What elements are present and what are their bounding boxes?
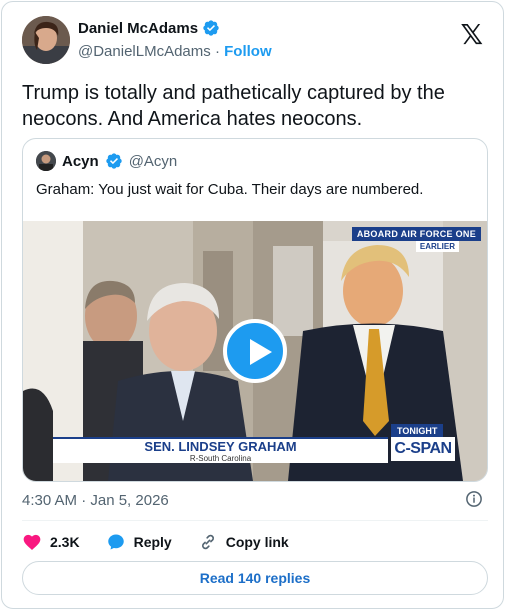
video-player[interactable]: ABOARD AIR FORCE ONE EARLIER SEN. LINDSE…: [23, 221, 487, 481]
quote-author-handle[interactable]: @Acyn: [129, 153, 178, 170]
read-replies-button[interactable]: Read 140 replies: [22, 561, 488, 595]
author-handle[interactable]: @DanielLMcAdams: [78, 43, 211, 60]
like-count: 2.3K: [50, 534, 80, 550]
divider: [22, 520, 488, 521]
copy-link-label: Copy link: [225, 534, 289, 550]
reply-label: Reply: [133, 534, 172, 550]
play-icon[interactable]: [223, 319, 287, 383]
info-icon[interactable]: [465, 490, 483, 508]
tonight-tag: TONIGHT: [391, 424, 444, 438]
chyron-top-sub: EARLIER: [415, 241, 459, 252]
quoted-tweet[interactable]: Acyn @Acyn Graham: You just wait for Cub…: [22, 138, 488, 482]
chyron-top-banner: ABOARD AIR FORCE ONE: [351, 227, 481, 241]
verified-badge-icon: [203, 20, 219, 36]
verified-badge-icon: [106, 153, 122, 169]
author-avatar[interactable]: [22, 16, 70, 64]
quote-avatar[interactable]: [36, 151, 56, 171]
cspan-logo: C-SPAN: [391, 437, 455, 461]
tweet-timestamp[interactable]: 4:30 AM · Jan 5, 2026: [22, 492, 169, 509]
quote-header: Acyn @Acyn: [36, 151, 177, 171]
tweet-text: Trump is totally and pathetically captur…: [22, 82, 445, 130]
action-bar: 2.3K Reply Copy link: [22, 532, 315, 552]
x-logo-icon[interactable]: 𝕏: [460, 18, 483, 51]
lower-third-name: SEN. LINDSEY GRAHAM: [144, 439, 297, 454]
author-name[interactable]: Daniel McAdams: [78, 19, 220, 37]
link-icon: [201, 534, 214, 550]
separator-dot: ·: [214, 43, 220, 60]
heart-icon: [23, 534, 41, 550]
author-name-text[interactable]: Daniel McAdams: [78, 20, 198, 37]
quote-author-name[interactable]: Acyn: [62, 153, 99, 170]
lower-third-subtitle: R-South Carolina: [189, 454, 252, 463]
lower-third: SEN. LINDSEY GRAHAM R-South Carolina: [53, 437, 388, 463]
follow-button[interactable]: Follow: [224, 43, 272, 60]
copy-link-button[interactable]: Copy link: [198, 532, 289, 552]
author-handle-row: @DanielLMcAdams · Follow: [78, 43, 272, 60]
reply-bubble-icon: [107, 534, 124, 550]
like-button[interactable]: 2.3K: [22, 532, 80, 552]
reply-button[interactable]: Reply: [106, 532, 172, 552]
tweet-card: Daniel McAdams @DanielLMcAdams · Follow …: [1, 1, 504, 609]
quote-text: Graham: You just wait for Cuba. Their da…: [36, 181, 424, 198]
